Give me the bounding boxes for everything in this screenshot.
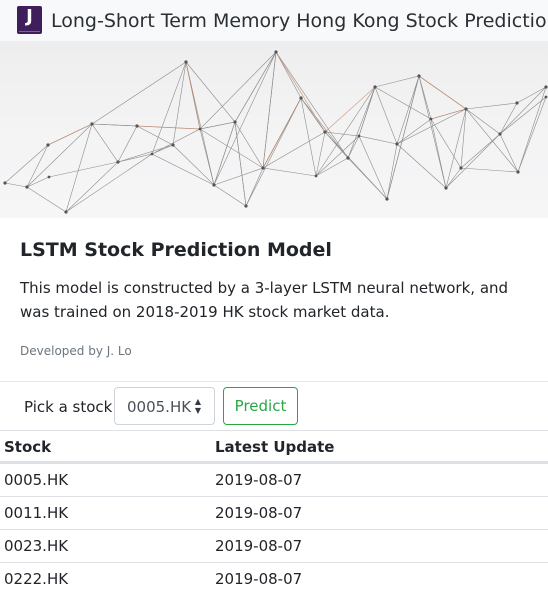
- brand-title[interactable]: Long-Short Term Memory Hong Kong Stock P…: [51, 8, 548, 34]
- stock-select[interactable]: 0005.HK ▲ ▼: [114, 387, 215, 425]
- table-row: 0005.HK 2019-08-07: [0, 463, 548, 496]
- stock-code-cell: 0011.HK: [4, 504, 69, 522]
- card-author-note: Developed by J. Lo: [20, 344, 132, 358]
- brand-logo-letter: J: [26, 6, 33, 27]
- column-header-latest-update: Latest Update: [215, 438, 335, 456]
- network-illustration: [3, 50, 548, 214]
- stock-select-value: 0005.HK: [127, 398, 192, 416]
- card-divider: [0, 381, 548, 382]
- latest-update-cell: 2019-08-07: [215, 471, 303, 489]
- column-header-stock: Stock: [4, 438, 52, 456]
- pick-stock-label: Pick a stock: [24, 398, 113, 416]
- navbar: J Long-Short Term Memory Hong Kong Stock…: [0, 0, 548, 42]
- stock-code-cell: 0005.HK: [4, 471, 69, 489]
- table-row: 0011.HK 2019-08-07: [0, 496, 548, 529]
- latest-update-cell: 2019-08-07: [215, 504, 303, 522]
- table-row: 0023.HK 2019-08-07: [0, 529, 548, 562]
- up-down-caret-icon: ▲ ▼: [194, 397, 202, 415]
- brand-logo[interactable]: J: [17, 6, 42, 34]
- brand-logo-underline: [19, 31, 40, 33]
- stock-code-cell: 0023.HK: [4, 537, 69, 555]
- hero-network-image: [0, 42, 548, 218]
- stock-table: Stock Latest Update 0005.HK 2019-08-07 0…: [0, 430, 548, 595]
- predict-button[interactable]: Predict: [223, 387, 298, 425]
- latest-update-cell: 2019-08-07: [215, 537, 303, 555]
- stock-code-cell: 0222.HK: [4, 570, 69, 588]
- card-description: This model is constructed by a 3-layer L…: [20, 279, 509, 321]
- latest-update-cell: 2019-08-07: [215, 570, 303, 588]
- stock-picker-form: Pick a stock 0005.HK ▲ ▼ Predict: [0, 384, 548, 428]
- card-title: LSTM Stock Prediction Model: [20, 239, 332, 261]
- table-row: 0222.HK 2019-08-07: [0, 562, 548, 595]
- table-header-row: Stock Latest Update: [0, 430, 548, 463]
